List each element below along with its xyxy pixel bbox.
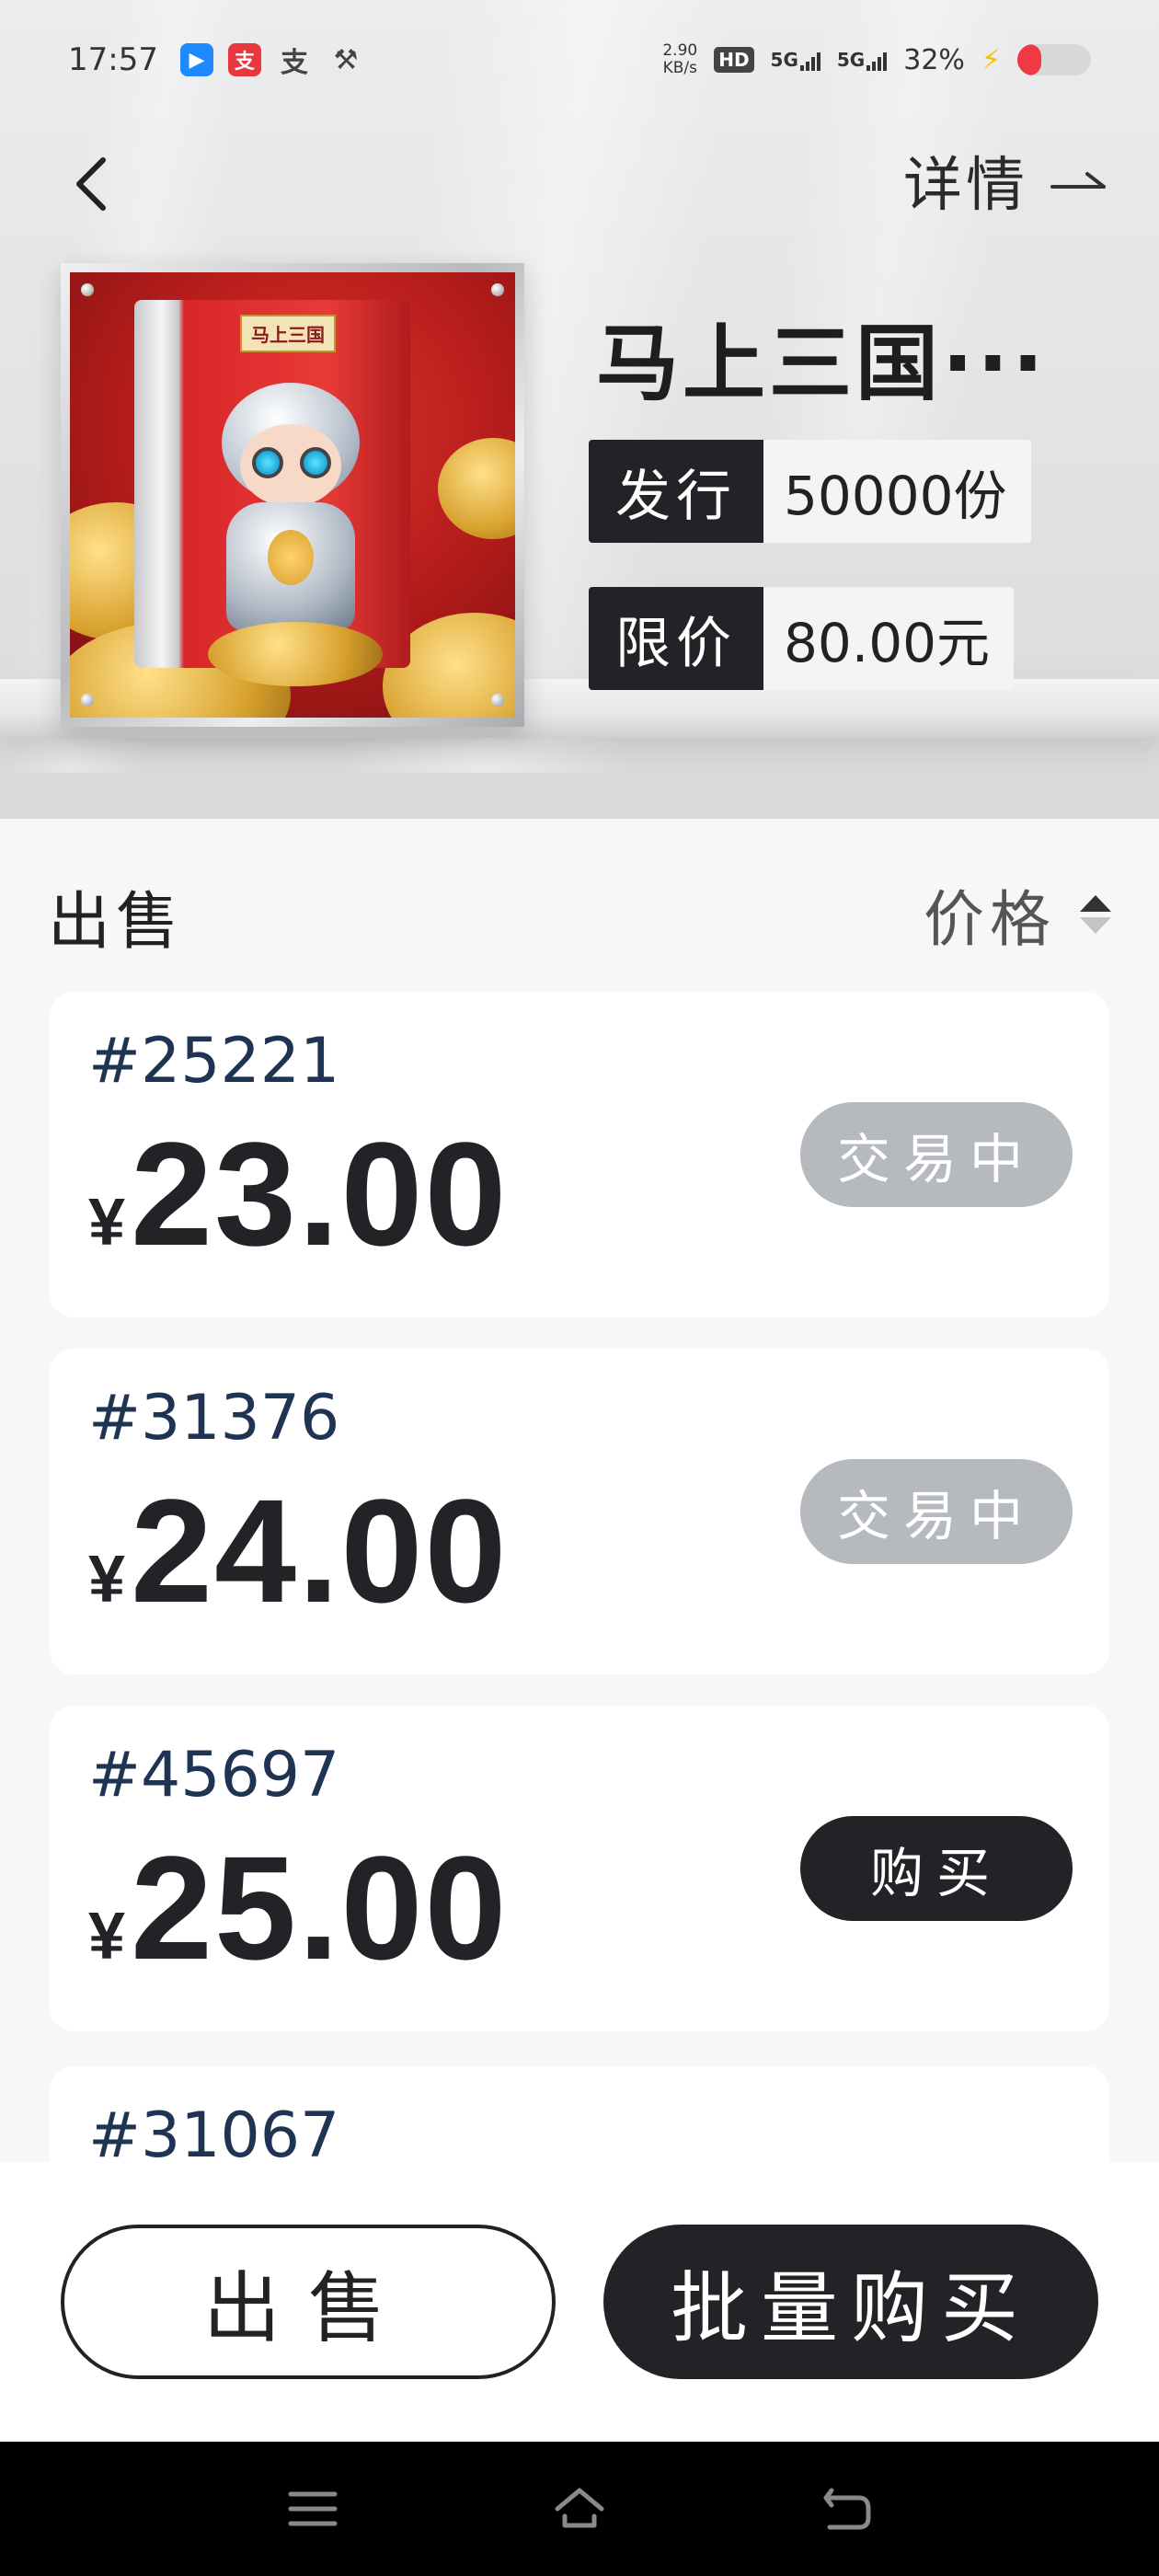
battery-fill — [1017, 44, 1041, 75]
status-time: 17:57 — [68, 41, 158, 78]
figure-koi — [268, 530, 314, 585]
back-button[interactable] — [64, 147, 120, 221]
sort-up-icon — [1080, 895, 1111, 912]
status-bar: 17:57 ▶ 支 支 ⚒ 2.90 KB/s HD 5G 5G 32% ⚡ — [0, 0, 1159, 120]
frame-screw — [491, 283, 504, 296]
sort-down-icon — [1080, 917, 1111, 934]
chevron-left-icon — [76, 157, 106, 211]
product-image[interactable]: 马上三国 — [61, 263, 524, 727]
figure-eye — [300, 447, 331, 478]
network-speed-unit: KB/s — [662, 59, 697, 77]
product-artwork: 马上三国 — [70, 272, 515, 718]
signal-icon: 5G — [836, 49, 888, 71]
listing-title: 出售 — [48, 886, 185, 959]
currency-symbol: ¥ — [88, 1543, 126, 1616]
detail-label: 详情 — [903, 152, 1028, 220]
frame-screw — [491, 694, 504, 707]
bottom-action-bar: 出售 批量购买 — [0, 2162, 1159, 2442]
back-icon[interactable] — [819, 2481, 874, 2536]
battery-percent: 32% — [903, 43, 965, 76]
arrow-right-icon — [1050, 172, 1106, 189]
status-left: 17:57 ▶ 支 支 ⚒ — [68, 41, 364, 79]
charging-bolt-icon: ⚡ — [981, 43, 1001, 76]
tag-value: 80.00元 — [763, 587, 1015, 690]
signal-icon: 5G — [771, 49, 820, 71]
tag-value: 50000份 — [763, 440, 1031, 543]
item-price: ¥ 23.00 — [88, 1121, 508, 1268]
frame-screw — [81, 694, 94, 707]
tools-icon: ⚒ — [333, 43, 359, 76]
signal-bars — [799, 52, 820, 71]
home-icon[interactable] — [552, 2481, 607, 2536]
product-title: 马上三国··· — [596, 316, 1048, 412]
listing-header: 出售 价格 — [0, 819, 1159, 984]
tag-key: 限价 — [589, 587, 763, 690]
frame-screw — [81, 283, 94, 296]
menu-icon[interactable] — [285, 2481, 340, 2536]
gold-cloud — [438, 438, 515, 539]
trading-status-button[interactable]: 交易中 — [800, 1459, 1073, 1564]
sort-label: 价格 — [924, 884, 1056, 955]
item-number: #45697 — [88, 1739, 340, 1811]
list-item[interactable]: #25221 ¥ 23.00 交易中 — [50, 992, 1109, 1317]
price-limit-tag: 限价 80.00元 — [589, 587, 1015, 690]
app-blue-icon: ▶ — [179, 43, 213, 76]
sell-button[interactable]: 出售 — [61, 2225, 556, 2379]
gold-cloud — [208, 622, 383, 686]
item-number: #25221 — [88, 1025, 340, 1098]
product-header: 17:57 ▶ 支 支 ⚒ 2.90 KB/s HD 5G 5G 32% ⚡ 详… — [0, 0, 1159, 819]
sort-by-price-button[interactable]: 价格 — [924, 870, 1111, 959]
pay-glyph-icon: 支 — [280, 47, 308, 79]
network-speed-value: 2.90 — [662, 41, 698, 60]
signal-bars — [866, 52, 888, 71]
battery-icon — [1017, 44, 1091, 75]
figure-eye — [252, 447, 283, 478]
list-item[interactable]: #31376 ¥ 24.00 交易中 — [50, 1349, 1109, 1674]
list-item[interactable]: #45697 ¥ 25.00 购买 — [50, 1706, 1109, 2031]
price-amount: 23.00 — [131, 1111, 509, 1276]
hd-label: HD — [718, 49, 750, 71]
system-navigation-bar — [0, 2442, 1159, 2576]
currency-symbol: ¥ — [88, 1186, 126, 1259]
issue-tag: 发行 50000份 — [589, 440, 1031, 543]
item-number: #31376 — [88, 1382, 340, 1455]
buy-button[interactable]: 购买 — [800, 1816, 1073, 1921]
price-amount: 24.00 — [131, 1468, 509, 1633]
signal-label: 5G — [836, 49, 866, 71]
bulk-buy-button[interactable]: 批量购买 — [603, 2225, 1098, 2379]
price-amount: 25.00 — [131, 1825, 509, 1990]
item-price: ¥ 25.00 — [88, 1834, 508, 1982]
tag-key: 发行 — [589, 440, 763, 543]
item-price: ¥ 24.00 — [88, 1478, 508, 1625]
signal-label: 5G — [770, 49, 798, 71]
alipay-icon: 支 — [227, 43, 261, 76]
currency-symbol: ¥ — [88, 1900, 126, 1973]
trading-status-button[interactable]: 交易中 — [800, 1102, 1073, 1207]
box-label: 马上三国 — [240, 315, 336, 352]
sort-arrows-icon — [1080, 895, 1111, 934]
status-right: 2.90 KB/s HD 5G 5G 32% ⚡ — [662, 42, 1091, 77]
hd-icon: HD — [714, 47, 754, 73]
detail-link[interactable]: 详情 — [903, 138, 1107, 223]
network-speed: 2.90 KB/s — [662, 42, 697, 77]
